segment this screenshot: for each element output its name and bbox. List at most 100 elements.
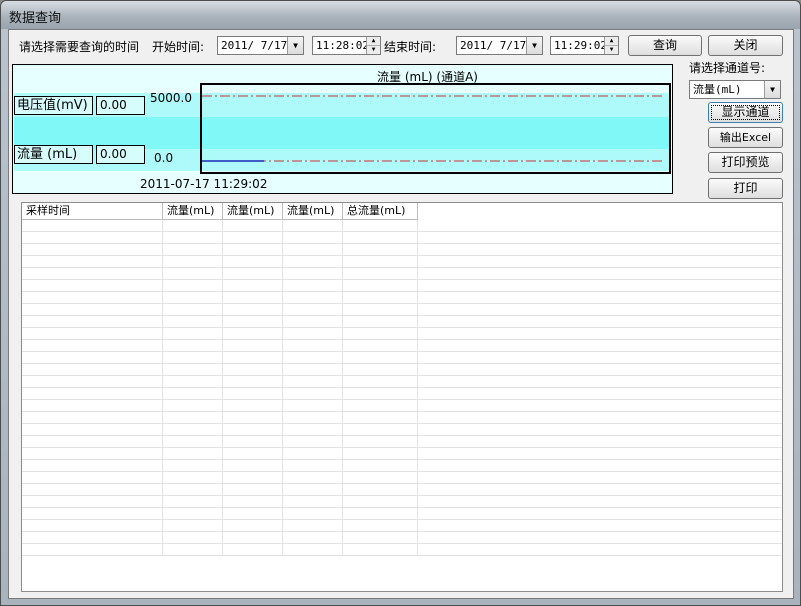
column-header[interactable]: 流量(mL) — [163, 203, 223, 220]
table-cell — [163, 376, 223, 388]
query-prompt-label: 请选择需要查询的时间 — [19, 40, 140, 54]
table-row[interactable] — [22, 532, 782, 544]
end-date-picker[interactable]: 2011/ 7/17 ▼ — [456, 36, 543, 55]
table-row[interactable] — [22, 520, 782, 532]
show-channel-button[interactable]: 显示通道 — [708, 102, 783, 123]
table-cell — [163, 316, 223, 328]
table-cell — [22, 364, 163, 376]
table-row[interactable] — [22, 364, 782, 376]
table-cell — [283, 484, 343, 496]
spin-arrows-icon[interactable]: ▲ ▼ — [604, 37, 618, 54]
table-cell — [22, 304, 163, 316]
table-row[interactable] — [22, 472, 782, 484]
table-row[interactable] — [22, 256, 782, 268]
table-cell — [223, 340, 283, 352]
export-excel-button[interactable]: 输出Excel — [708, 127, 783, 148]
table-row[interactable] — [22, 412, 782, 424]
table-cell — [283, 220, 343, 232]
table-row[interactable] — [22, 448, 782, 460]
table-row[interactable] — [22, 508, 782, 520]
table-cell — [343, 340, 418, 352]
table-row[interactable] — [22, 460, 782, 472]
table-cell — [22, 532, 163, 544]
table-cell — [22, 256, 163, 268]
table-row[interactable] — [22, 388, 782, 400]
table-cell — [343, 400, 418, 412]
voltage-value: 0.00 — [96, 96, 145, 115]
print-preview-button[interactable]: 打印预览 — [708, 152, 783, 173]
table-row[interactable] — [22, 352, 782, 364]
table-row[interactable] — [22, 340, 782, 352]
table-cell — [283, 364, 343, 376]
table-row[interactable] — [22, 544, 782, 556]
table-row[interactable] — [22, 436, 782, 448]
table-cell — [22, 484, 163, 496]
column-header[interactable]: 采样时间 — [22, 203, 163, 220]
flow-label: 流量 (mL) — [14, 145, 93, 164]
table-cell — [343, 436, 418, 448]
table-row[interactable] — [22, 328, 782, 340]
table-row[interactable] — [22, 268, 782, 280]
table-cell — [283, 292, 343, 304]
title-bar[interactable]: 数据查询 — [1, 1, 800, 29]
table-cell — [343, 268, 418, 280]
start-date-picker[interactable]: 2011/ 7/17 ▼ — [217, 36, 304, 55]
table-cell — [223, 376, 283, 388]
end-time-spinner[interactable]: 11:29:02 ▲ ▼ — [550, 36, 619, 55]
table-row[interactable] — [22, 220, 782, 232]
table-row[interactable] — [22, 232, 782, 244]
column-header[interactable]: 流量(mL) — [283, 203, 343, 220]
query-button[interactable]: 查询 — [628, 35, 702, 56]
table-cell — [22, 460, 163, 472]
table-cell — [223, 280, 283, 292]
table-row[interactable] — [22, 496, 782, 508]
table-row[interactable] — [22, 400, 782, 412]
table-cell — [163, 388, 223, 400]
table-row[interactable] — [22, 376, 782, 388]
table-cell — [22, 448, 163, 460]
table-row[interactable] — [22, 484, 782, 496]
table-cell — [163, 532, 223, 544]
table-cell — [343, 388, 418, 400]
table-cell — [163, 436, 223, 448]
table-cell — [163, 340, 223, 352]
spin-arrows-icon[interactable]: ▲ ▼ — [366, 37, 380, 54]
table-cell — [223, 484, 283, 496]
table-cell — [343, 508, 418, 520]
table-row[interactable] — [22, 292, 782, 304]
table-cell — [22, 388, 163, 400]
table-cell — [283, 340, 343, 352]
table-row[interactable] — [22, 244, 782, 256]
table-cell — [283, 412, 343, 424]
column-header[interactable]: 流量(mL) — [223, 203, 283, 220]
chevron-down-icon[interactable]: ▼ — [287, 37, 303, 54]
table-cell — [163, 268, 223, 280]
chevron-down-icon[interactable]: ▼ — [526, 37, 542, 54]
table-cell — [223, 316, 283, 328]
column-header[interactable]: 总流量(mL) — [343, 203, 418, 220]
table-cell — [343, 484, 418, 496]
table-cell — [22, 376, 163, 388]
print-button[interactable]: 打印 — [708, 178, 783, 199]
start-time-spinner[interactable]: 11:28:02 ▲ ▼ — [312, 36, 381, 55]
close-button[interactable]: 关闭 — [708, 35, 783, 56]
table-cell — [343, 316, 418, 328]
chevron-down-icon[interactable]: ▼ — [764, 81, 780, 98]
table-row[interactable] — [22, 316, 782, 328]
channel-dropdown[interactable]: 流量(mL) ▼ — [689, 80, 781, 99]
table-cell — [223, 472, 283, 484]
table-cell — [163, 412, 223, 424]
table-cell — [163, 472, 223, 484]
table-row[interactable] — [22, 280, 782, 292]
table-cell — [223, 520, 283, 532]
table-cell — [22, 400, 163, 412]
table-cell — [22, 508, 163, 520]
table-cell — [163, 280, 223, 292]
end-time-label: 结束时间: — [384, 40, 437, 54]
table-cell — [343, 532, 418, 544]
table-row[interactable] — [22, 304, 782, 316]
table-cell — [22, 544, 163, 556]
table-cell — [163, 400, 223, 412]
data-table[interactable]: 采样时间 流量(mL) 流量(mL) 流量(mL) 总流量(mL) — [21, 202, 783, 592]
table-row[interactable] — [22, 424, 782, 436]
